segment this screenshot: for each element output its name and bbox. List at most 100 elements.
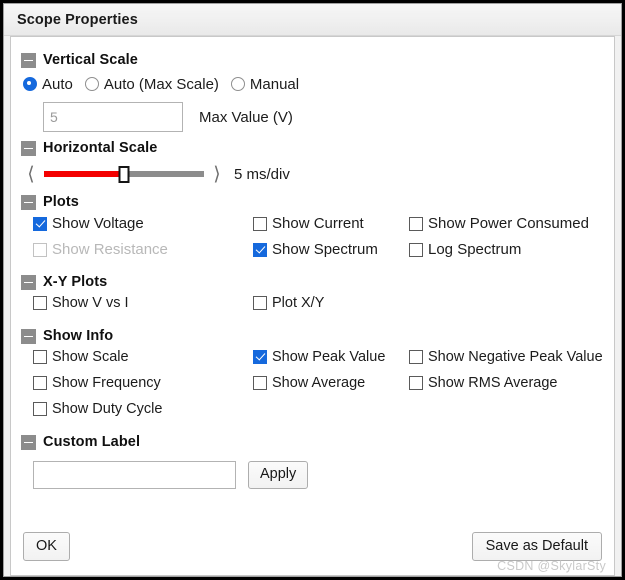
checkbox-label: Show Scale	[52, 349, 129, 365]
checkbox-label: Show Current	[272, 215, 364, 232]
checkbox-show-rms-average[interactable]: Show RMS Average	[409, 375, 558, 391]
section-header-custom-label: Custom Label	[21, 432, 604, 452]
properties-content-panel: Vertical Scale Auto Auto (Max Scale) Man…	[10, 36, 615, 518]
checkbox-log-spectrum[interactable]: Log Spectrum	[409, 241, 521, 258]
horizontal-scale-slider[interactable]	[44, 166, 204, 183]
section-title-show-info: Show Info	[43, 328, 114, 344]
vertical-scale-radio-group: Auto Auto (Max Scale) Manual	[23, 73, 604, 95]
radio-manual-indicator	[230, 77, 245, 91]
checkbox-indicator	[33, 242, 47, 257]
radio-manual[interactable]: Manual	[230, 75, 300, 93]
checkbox-label: Show Spectrum	[272, 241, 378, 258]
checkbox-row: Show V vs I Plot X/Y	[21, 295, 604, 321]
checkbox-row: Show Scale Show Peak Value Show Negative P…	[21, 349, 604, 375]
checkbox-show-resistance: Show Resistance	[33, 241, 168, 258]
minus-icon[interactable]	[21, 140, 36, 156]
checkbox-indicator	[33, 350, 47, 364]
checkbox-show-frequency[interactable]: Show Frequency	[33, 375, 161, 391]
checkbox-indicator	[33, 402, 47, 416]
checkbox-indicator	[409, 216, 423, 231]
section-title-custom-label: Custom Label	[43, 434, 141, 450]
section-header-show-info: Show Info	[21, 326, 604, 346]
checkbox-indicator	[253, 216, 267, 231]
minus-icon[interactable]	[21, 434, 36, 450]
chevron-left-icon[interactable]: ⟨	[23, 164, 39, 184]
apply-button[interactable]: Apply	[248, 461, 309, 489]
checkbox-show-negative-peak-value[interactable]: Show Negative Peak Value	[409, 349, 603, 365]
checkbox-label: Show Voltage	[52, 215, 144, 232]
radio-manual-label: Manual	[249, 75, 300, 93]
checkbox-show-power-consumed[interactable]: Show Power Consumed	[409, 215, 589, 232]
xy-plots-checkbox-grid: Show V vs I Plot X/Y	[21, 295, 604, 321]
max-value-input[interactable]	[43, 102, 183, 132]
checkbox-show-spectrum[interactable]: Show Spectrum	[253, 241, 378, 258]
checkbox-indicator	[253, 350, 267, 364]
checkbox-show-duty-cycle[interactable]: Show Duty Cycle	[33, 401, 162, 417]
checkbox-plot-x-y[interactable]: Plot X/Y	[253, 295, 324, 311]
scope-properties-window: Scope Properties Vertical Scale Auto Aut…	[3, 3, 622, 577]
checkbox-show-scale[interactable]: Show Scale	[33, 349, 129, 365]
checkbox-label: Show Peak Value	[272, 349, 386, 365]
chevron-right-icon[interactable]: ⟩	[209, 164, 225, 184]
custom-label-row: Apply	[33, 458, 604, 492]
section-header-xy-plots: X-Y Plots	[21, 272, 604, 292]
show-info-checkbox-grid: Show Scale Show Peak Value Show Negative P…	[21, 349, 604, 427]
dialog-footer: OK Save as Default CSDN @SkylarSty	[10, 518, 615, 576]
checkbox-indicator	[33, 216, 47, 231]
checkbox-row: Show Voltage Show Current Show Power Consu…	[21, 215, 604, 241]
watermark: CSDN @SkylarSty	[497, 559, 606, 573]
radio-auto-indicator	[23, 77, 37, 91]
checkbox-label: Show Average	[272, 375, 366, 391]
slider-fill	[44, 171, 124, 177]
minus-icon[interactable]	[21, 194, 36, 210]
checkbox-indicator	[33, 376, 47, 390]
radio-auto-max-scale[interactable]: Auto (Max Scale)	[84, 75, 219, 93]
checkbox-label: Show Power Consumed	[428, 215, 589, 232]
max-value-label: Max Value (V)	[199, 108, 293, 126]
window-titlebar: Scope Properties	[4, 4, 621, 36]
section-header-plots: Plots	[21, 192, 604, 212]
checkbox-row: Show Resistance Show Spectrum Log Spectrum	[21, 241, 604, 267]
horizontal-scale-slider-row: ⟨ ⟩ 5 ms/div	[23, 161, 604, 187]
radio-auto[interactable]: Auto	[23, 76, 73, 93]
slider-thumb[interactable]	[118, 166, 130, 183]
checkbox-label: Show Duty Cycle	[52, 401, 163, 417]
checkbox-label: Show RMS Average	[428, 375, 558, 391]
save-as-default-button[interactable]: Save as Default	[471, 531, 602, 562]
checkbox-indicator	[253, 242, 267, 257]
checkbox-show-peak-value[interactable]: Show Peak Value	[253, 349, 385, 365]
minus-icon[interactable]	[21, 274, 36, 290]
checkbox-indicator	[253, 376, 267, 390]
checkbox-label: Show Negative Peak Value	[428, 349, 603, 365]
window-title: Scope Properties	[17, 11, 138, 28]
section-header-horizontal-scale: Horizontal Scale	[21, 138, 604, 158]
checkbox-indicator	[409, 350, 423, 364]
checkbox-indicator	[253, 296, 267, 310]
checkbox-label: Log Spectrum	[428, 241, 522, 258]
plots-checkbox-grid: Show Voltage Show Current Show Power Consu…	[21, 215, 604, 267]
section-title-horizontal-scale: Horizontal Scale	[43, 140, 158, 156]
checkbox-row: Show Duty Cycle	[21, 401, 604, 427]
checkbox-show-v-vs-i[interactable]: Show V vs I	[33, 295, 129, 311]
checkbox-label: Show V vs I	[52, 295, 129, 311]
section-header-vertical-scale: Vertical Scale	[21, 50, 604, 70]
max-value-row: Max Value (V)	[43, 101, 604, 133]
radio-auto-max-scale-label: Auto (Max Scale)	[103, 75, 219, 93]
minus-icon[interactable]	[21, 328, 36, 344]
checkbox-label: Show Frequency	[52, 375, 161, 391]
section-title-xy-plots: X-Y Plots	[43, 274, 108, 290]
checkbox-row: Show Frequency Show Average Show RMS Avera…	[21, 375, 604, 401]
checkbox-label: Plot X/Y	[272, 295, 325, 311]
checkbox-label: Show Resistance	[52, 241, 168, 258]
checkbox-indicator	[409, 376, 423, 390]
minus-icon[interactable]	[21, 52, 36, 68]
horizontal-scale-value: 5 ms/div	[234, 165, 290, 183]
checkbox-show-current[interactable]: Show Current	[253, 215, 364, 232]
section-title-vertical-scale: Vertical Scale	[43, 52, 138, 68]
ok-button[interactable]: OK	[23, 531, 70, 562]
checkbox-show-average[interactable]: Show Average	[253, 375, 365, 391]
custom-label-input[interactable]	[33, 461, 236, 489]
section-title-plots: Plots	[43, 194, 79, 210]
checkbox-show-voltage[interactable]: Show Voltage	[33, 215, 144, 232]
checkbox-indicator	[33, 296, 47, 310]
